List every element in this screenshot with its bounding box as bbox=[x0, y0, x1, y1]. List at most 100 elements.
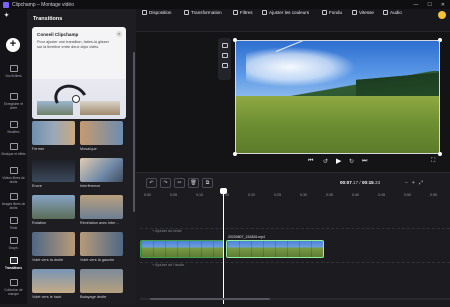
transition-tile[interactable]: Révélation avec inter… bbox=[80, 195, 123, 230]
timeline-tools: ↶ ↷ ✂ 🗑 ⧉ bbox=[146, 178, 213, 188]
play-icon[interactable]: ▶ bbox=[336, 157, 341, 165]
zoom-in-icon[interactable]: + bbox=[412, 180, 415, 186]
rail-item-brand-kit[interactable]: Collection de marque bbox=[1, 279, 26, 307]
video-clip-selected[interactable] bbox=[226, 240, 324, 258]
transition-tile[interactable]: Balayage droite bbox=[80, 269, 123, 304]
transition-label: Volet vers la gauche bbox=[80, 258, 115, 262]
transitions-panel: Transitions Conseil Clipchamp × Pour ajo… bbox=[27, 9, 136, 304]
skip-forward-icon[interactable]: ⏭ bbox=[362, 158, 367, 165]
speaker-icon bbox=[383, 10, 388, 15]
speed-button[interactable]: Vitesse bbox=[352, 8, 374, 17]
transitions-icon bbox=[9, 257, 18, 264]
transition-tile[interactable]: Volet vers la gauche bbox=[80, 232, 123, 267]
minimize-icon[interactable]: — bbox=[413, 2, 418, 8]
premium-gem-icon[interactable] bbox=[438, 11, 446, 19]
ruler-tick: 0:55 bbox=[430, 193, 437, 197]
rail-label: Images libres de droits bbox=[1, 202, 26, 210]
rail-label: Vidéos libres de droits bbox=[2, 176, 25, 184]
resize-handle[interactable] bbox=[233, 38, 237, 42]
skip-back-icon[interactable]: ⏮ bbox=[308, 158, 313, 165]
text-track[interactable]: + Ajouter du texte bbox=[140, 228, 450, 235]
duplicate-icon[interactable]: ⧉ bbox=[202, 178, 213, 188]
transition-label: Interférence bbox=[80, 184, 101, 188]
clip-frames bbox=[227, 241, 323, 257]
timeline-scrollbar[interactable] bbox=[140, 298, 450, 300]
audio-button[interactable]: Audio bbox=[383, 8, 402, 17]
adjust-colors-button[interactable]: Ajuster les couleurs bbox=[262, 8, 309, 17]
panel-scrollbar[interactable] bbox=[133, 52, 135, 212]
brand-icon bbox=[9, 279, 18, 286]
timecode-readout: 00:07.17 / 00:15.33 bbox=[340, 180, 380, 185]
rail-label: Texte bbox=[9, 226, 18, 230]
ruler-tick: 0:00 bbox=[144, 193, 151, 197]
folder-icon bbox=[9, 65, 18, 72]
maximize-icon[interactable]: ☐ bbox=[427, 2, 431, 8]
preview-forest bbox=[356, 69, 439, 97]
zoom-out-icon[interactable]: − bbox=[405, 180, 408, 186]
rewind-icon[interactable]: ↺ bbox=[323, 158, 328, 165]
filters-icon bbox=[233, 10, 238, 15]
transform-button[interactable]: Transformation bbox=[184, 8, 222, 17]
transition-tile[interactable]: Rotation bbox=[32, 195, 75, 230]
close-icon[interactable]: ✕ bbox=[441, 2, 445, 8]
transition-label: Balayage droite bbox=[80, 295, 107, 299]
total-time-fraction: .33 bbox=[373, 180, 381, 185]
transition-tile[interactable]: Mosaïque bbox=[80, 121, 123, 156]
delete-icon[interactable]: 🗑 bbox=[188, 178, 199, 188]
rail-item-stock-video[interactable]: Vidéos libres de droits bbox=[1, 167, 26, 195]
video-preview[interactable] bbox=[235, 40, 440, 154]
cursor-icon bbox=[72, 95, 80, 103]
zoom-fit-icon[interactable]: ⤢ bbox=[419, 180, 423, 186]
cut-icon[interactable]: ✂ bbox=[174, 178, 185, 188]
transition-label: Fermer bbox=[32, 147, 45, 151]
templates-icon bbox=[9, 121, 18, 128]
layout-icon bbox=[142, 10, 147, 15]
left-nav-rail: ✦ + Vos fichiers Enregistrer et créer Mo… bbox=[0, 9, 27, 304]
fade-button[interactable]: Fondu bbox=[322, 8, 342, 17]
layout-button[interactable]: Disposition bbox=[142, 8, 171, 17]
music-icon bbox=[9, 143, 18, 150]
transition-thumbnail bbox=[80, 232, 123, 256]
transition-tile[interactable]: Fermer bbox=[32, 121, 75, 156]
ruler-tick: 0:30 bbox=[300, 193, 307, 197]
transition-thumbnail bbox=[80, 121, 123, 145]
undo-icon[interactable]: ↶ bbox=[146, 178, 157, 188]
resize-handle[interactable] bbox=[438, 38, 442, 42]
rail-item-record[interactable]: Enregistrer et créer bbox=[1, 93, 26, 121]
ruler-tick: 0:05 bbox=[170, 193, 177, 197]
playhead-line[interactable] bbox=[223, 191, 224, 304]
forward-icon[interactable]: ↻ bbox=[349, 158, 354, 165]
zoom-controls: − + ⤢ bbox=[405, 180, 423, 186]
filters-button[interactable]: Filtres bbox=[233, 8, 253, 17]
rail-item-your-files[interactable]: Vos fichiers bbox=[1, 65, 26, 93]
rail-label: Transitions bbox=[4, 266, 22, 270]
add-text-label: + Ajouter du texte bbox=[152, 229, 182, 233]
transition-tile[interactable]: Volet vers le haut bbox=[32, 269, 75, 304]
audio-track[interactable]: + Ajouter de l'audio bbox=[140, 262, 450, 269]
transition-tile[interactable]: Interférence bbox=[80, 158, 123, 193]
rail-label: Modèles bbox=[7, 130, 20, 134]
scrollbar-thumb[interactable] bbox=[150, 298, 270, 300]
ruler-tick: 0:40 bbox=[352, 193, 359, 197]
transition-tile[interactable]: Encre bbox=[32, 158, 75, 193]
redo-icon[interactable]: ↷ bbox=[160, 178, 171, 188]
timeline-ruler[interactable]: 0:00 0:05 0:10 0:15 0:20 0:25 0:30 0:35 … bbox=[140, 191, 450, 201]
add-audio-label: + Ajouter de l'audio bbox=[152, 263, 185, 267]
video-clip[interactable] bbox=[140, 240, 224, 258]
button-label: Ajuster les couleurs bbox=[269, 10, 310, 15]
transition-tile[interactable]: Volet vers la droite bbox=[32, 232, 75, 267]
preview-meadow bbox=[236, 96, 439, 153]
image-icon bbox=[9, 193, 18, 200]
close-icon[interactable]: × bbox=[116, 31, 122, 37]
window-controls: — ☐ ✕ bbox=[413, 2, 445, 8]
fullscreen-icon[interactable]: ⛶ bbox=[431, 158, 435, 165]
crop-icon[interactable] bbox=[221, 43, 228, 48]
clip-frames bbox=[141, 241, 223, 257]
add-media-button[interactable]: + bbox=[6, 38, 20, 52]
transition-thumbnail bbox=[32, 121, 75, 145]
rail-label: Graph. bbox=[8, 246, 19, 250]
pip-icon[interactable] bbox=[221, 63, 228, 68]
fit-icon[interactable] bbox=[221, 53, 228, 58]
rail-label: Enregistrer et créer bbox=[3, 102, 24, 110]
transition-thumbnail bbox=[80, 158, 123, 182]
